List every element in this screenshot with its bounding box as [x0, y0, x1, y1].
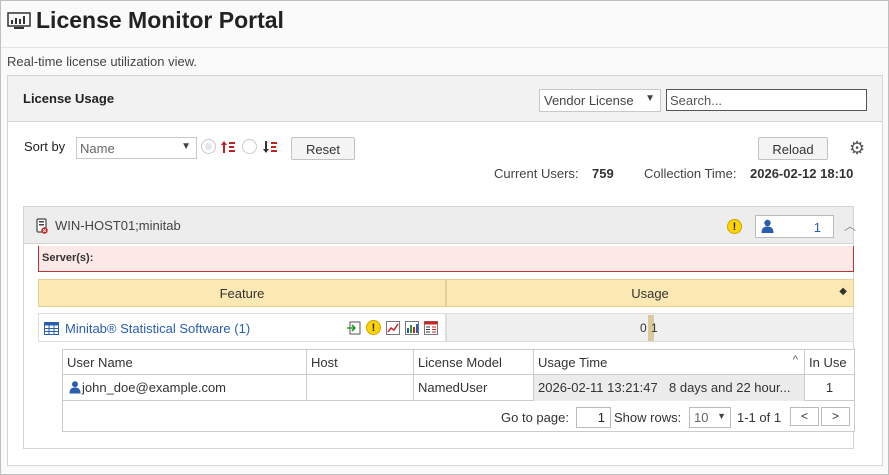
- col-usage-time[interactable]: Usage Time ^: [534, 350, 805, 375]
- user-icon: [69, 381, 81, 394]
- user-count-value: 1: [813, 220, 821, 235]
- rows-per-page-select[interactable]: 10 ▼: [689, 407, 731, 428]
- current-users-value: 759: [592, 166, 614, 181]
- vendor-select-value: Vendor License: [544, 93, 634, 108]
- user-count-badge[interactable]: 1: [755, 215, 834, 238]
- license-usage-panel: License Usage Vendor License ▼ Search...…: [7, 75, 883, 466]
- table-pagination: Go to page: 1 Show rows: 10 ▼ 1-1 of 1 <…: [63, 402, 854, 431]
- col-license-model[interactable]: License Model: [414, 350, 534, 375]
- reset-button[interactable]: Reset: [291, 137, 355, 160]
- search-placeholder: Search...: [670, 93, 723, 108]
- line-chart-icon[interactable]: [386, 321, 400, 335]
- license-model-cell: NamedUser: [414, 375, 534, 401]
- servers-label: Server(s):: [42, 252, 94, 264]
- show-rows-label: Show rows:: [614, 410, 682, 425]
- usage-column-header[interactable]: Usage ◆: [446, 279, 854, 307]
- table-icon: [44, 322, 59, 335]
- app-window: License Monitor Portal Real-time license…: [0, 0, 889, 475]
- server-name: WIN-HOST01;minitab: [55, 218, 181, 233]
- user-table: User Name Host License Model Usage Time …: [62, 349, 855, 432]
- sort-icon: ◆: [839, 286, 847, 297]
- sort-select-value: Name: [80, 141, 115, 156]
- chevron-up-icon[interactable]: ︿: [844, 217, 856, 234]
- sort-descending-icon: [263, 141, 277, 153]
- page-range: 1-1 of 1: [737, 410, 782, 425]
- page-number-input[interactable]: 1: [576, 407, 611, 428]
- feature-row[interactable]: Minitab® Statistical Software (1) !: [38, 313, 446, 342]
- chevron-down-icon: ▼: [645, 93, 655, 104]
- vendor-license-select[interactable]: Vendor License ▼: [539, 89, 661, 112]
- usage-time-cell: 2026-02-11 13:21:47 8 days and 22 hour..…: [534, 375, 805, 401]
- feature-warning-icon[interactable]: !: [366, 320, 381, 335]
- server-error-icon: [36, 218, 48, 234]
- sort-descending-radio[interactable]: [242, 139, 257, 154]
- usage-time-header-label: Usage Time: [538, 355, 608, 370]
- col-host[interactable]: Host: [307, 350, 414, 375]
- sort-ascending-icon: [221, 141, 235, 153]
- usage-in-use: 0: [640, 321, 647, 335]
- next-page-button[interactable]: >: [821, 407, 850, 426]
- feature-column-header[interactable]: Feature: [38, 279, 446, 307]
- sort-select[interactable]: Name ▼: [76, 137, 197, 159]
- warning-icon: !: [727, 219, 742, 234]
- monitor-icon: [7, 12, 31, 29]
- export-icon[interactable]: [347, 321, 361, 335]
- rows-per-page-value: 10: [694, 410, 709, 425]
- feature-name-link[interactable]: Minitab® Statistical Software (1): [65, 321, 250, 336]
- user-icon: [761, 219, 774, 233]
- bar-chart-icon[interactable]: [405, 321, 419, 335]
- in-use-cell: 1: [825, 380, 834, 395]
- servers-status-bar: Server(s):: [38, 246, 854, 272]
- chevron-up-icon: ^: [792, 354, 798, 366]
- col-in-use[interactable]: In Use: [805, 350, 854, 375]
- chevron-down-icon: ▼: [181, 141, 191, 152]
- table-row[interactable]: john_doe@example.com NamedUser 2026-02-1…: [63, 375, 854, 401]
- page-title: License Monitor Portal: [36, 7, 284, 33]
- prev-page-button[interactable]: <: [790, 407, 819, 426]
- go-to-page-label: Go to page:: [501, 410, 569, 425]
- host-cell: [307, 375, 414, 401]
- usage-start: 2026-02-11 13:21:47: [538, 380, 658, 395]
- collection-time-label: Collection Time:: [644, 166, 737, 181]
- usage-cell: 0 1: [446, 313, 854, 342]
- user-name-cell: john_doe@example.com: [63, 375, 307, 401]
- sort-ascending-radio[interactable]: [201, 139, 216, 154]
- collection-time-value: 2026-02-12 18:10: [750, 166, 854, 181]
- user-table-header: User Name Host License Model Usage Time …: [63, 350, 854, 375]
- usage-total: 1: [651, 321, 658, 335]
- usage-header-label: Usage: [631, 286, 669, 301]
- page-subtitle: Real-time license utilization view.: [7, 54, 198, 69]
- usage-duration: 8 days and 22 hour...: [669, 380, 791, 395]
- report-icon[interactable]: [424, 321, 438, 335]
- server-card: WIN-HOST01;minitab ! 1 ︿ Server(s): Feat…: [23, 206, 856, 449]
- sort-label: Sort by: [24, 139, 66, 154]
- chevron-down-icon: ▼: [717, 411, 726, 421]
- user-name: john_doe@example.com: [82, 380, 227, 395]
- reload-button[interactable]: Reload: [758, 137, 828, 160]
- gear-icon[interactable]: ⚙: [849, 138, 865, 159]
- search-input[interactable]: Search...: [666, 89, 867, 111]
- panel-title: License Usage: [23, 91, 115, 106]
- panel-header: License Usage Vendor License ▼ Search...: [8, 76, 882, 122]
- server-header[interactable]: WIN-HOST01;minitab ! 1 ︿: [24, 207, 856, 244]
- title-bar: License Monitor Portal: [1, 1, 888, 48]
- col-user-name[interactable]: User Name: [63, 350, 307, 375]
- current-users-label: Current Users:: [494, 166, 579, 181]
